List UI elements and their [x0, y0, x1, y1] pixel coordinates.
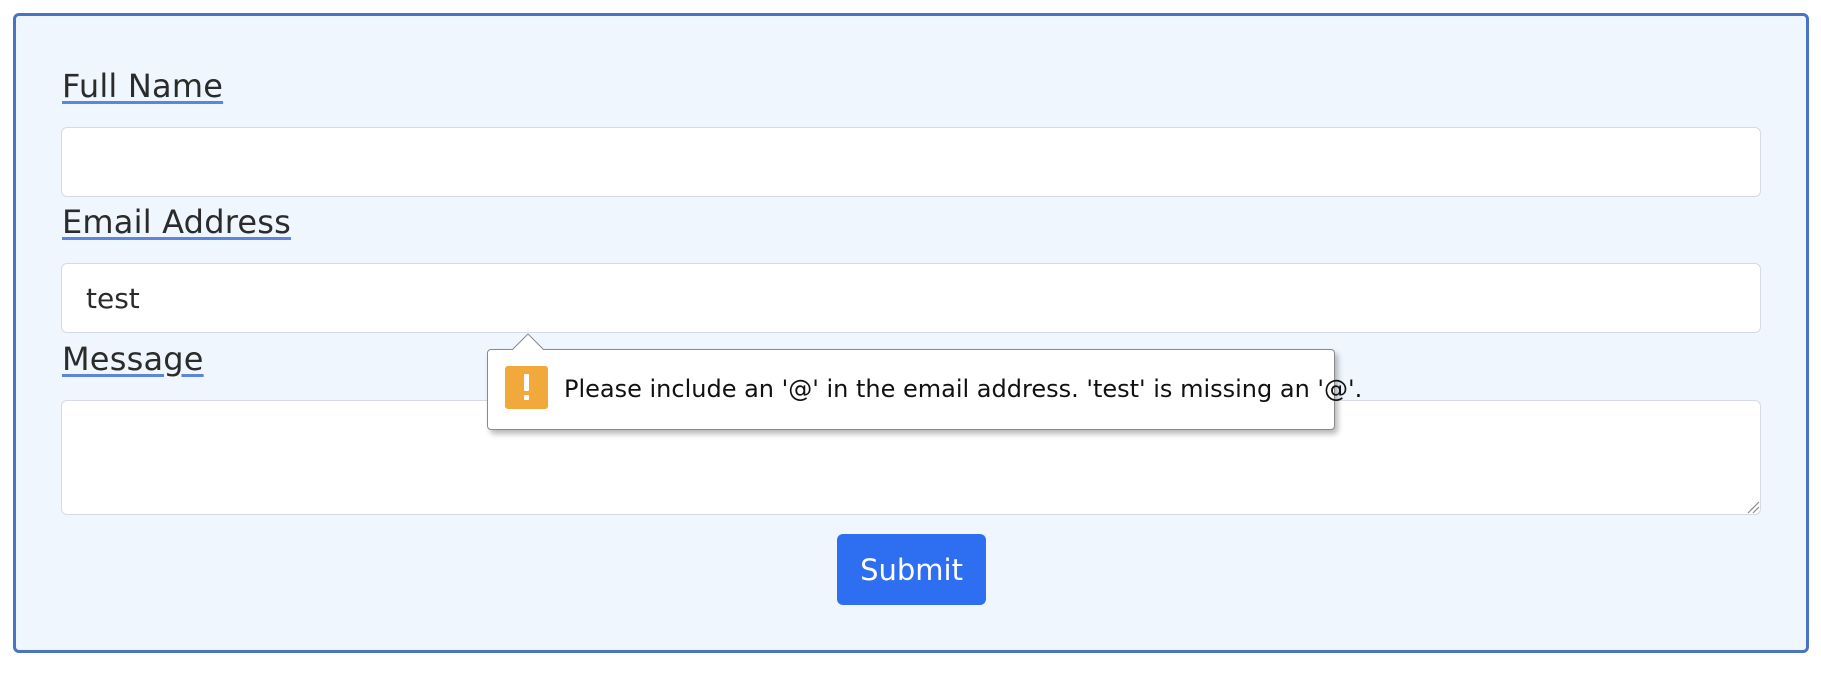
submit-button[interactable]: Submit [837, 534, 986, 605]
email-validation-tooltip: Please include an '@' in the email addre… [487, 333, 1362, 430]
message-label: Message [62, 340, 204, 378]
tooltip-arrow [512, 333, 544, 350]
warning-icon [505, 366, 548, 409]
email-address-label: Email Address [62, 203, 291, 241]
full-name-label: Full Name [62, 67, 224, 105]
email-address-input[interactable] [61, 263, 1761, 333]
tooltip-message: Please include an '@' in the email addre… [564, 375, 1363, 403]
full-name-input[interactable] [61, 127, 1761, 197]
resize-grip-icon[interactable] [1746, 500, 1760, 514]
